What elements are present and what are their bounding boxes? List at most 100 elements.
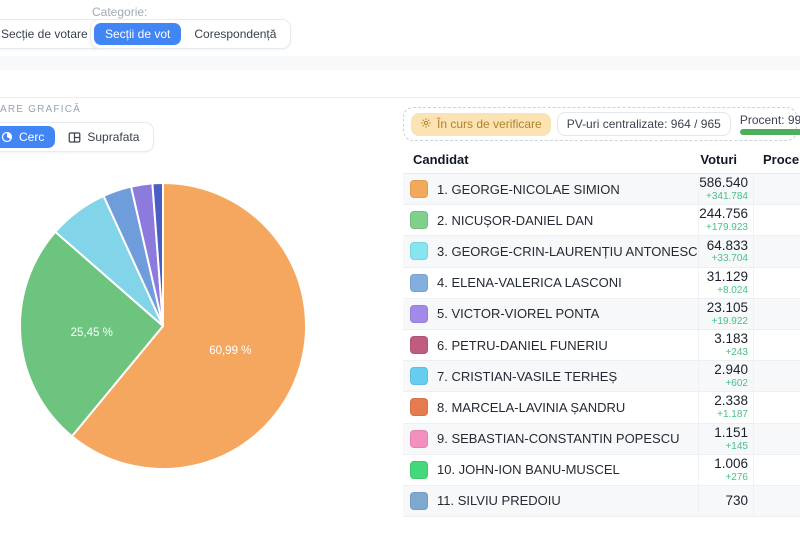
table-row[interactable]: 4. ELENA-VALERICA LASCONI 31.129+8.024 [403,268,800,299]
table-row[interactable]: 11. SILVIU PREDOIU 730 [403,486,800,517]
votes-cell: 244.756+179.923 [698,205,753,235]
table-row[interactable]: 10. JOHN-ION BANU-MUSCEL1.006+276 [403,455,800,486]
candidate-cell: 11. SILVIU PREDOIU [403,492,698,510]
toggle-suprafata-button[interactable]: Suprafata [57,126,150,148]
candidate-color-swatch [410,242,428,260]
votes-delta: +1.187 [717,409,748,420]
candidate-color-swatch [410,274,428,292]
toggle-cerc-label: Cerc [19,130,44,144]
candidate-name: 2. NICUȘOR-DANIEL DAN [437,213,593,228]
votes-delta: +33.704 [712,253,748,264]
table-row[interactable]: 7. CRISTIAN-VASILE TERHEȘ 2.940+602 [403,361,800,392]
votes-value: 586.540 [699,176,748,191]
column-header-candidat: Candidat [403,152,698,167]
candidate-cell: 1. GEORGE-NICOLAE SIMION [403,180,698,198]
votes-cell: 3.183+243 [698,330,753,360]
candidate-cell: 4. ELENA-VALERICA LASCONI [403,274,698,292]
candidate-name: 4. ELENA-VALERICA LASCONI [437,275,622,290]
votes-value: 244.756 [699,207,748,222]
table-row[interactable]: 6. PETRU-DANIEL FUNERIU 3.183+243 [403,330,800,361]
table-row[interactable]: 8. MARCELA-LAVINIA ȘANDRU2.338+1.187 [403,392,800,423]
votes-value: 23.105 [707,301,748,316]
candidate-name: 5. VICTOR-VIOREL PONTA [437,306,599,321]
percent-cell [753,392,800,422]
candidate-cell: 7. CRISTIAN-VASILE TERHEȘ [403,367,698,385]
votes-value: 2.338 [714,394,748,409]
votes-value: 2.940 [714,363,748,378]
votes-cell: 2.338+1.187 [698,392,753,422]
votes-cell: 64.833+33.704 [698,236,753,266]
filter-group-votare: Secție de votare [0,19,103,49]
votes-delta: +179.923 [706,222,748,233]
candidate-cell: 8. MARCELA-LAVINIA ȘANDRU [403,398,698,416]
percent-cell [753,205,800,235]
percent-cell [753,330,800,360]
votes-delta: +145 [725,441,748,452]
pv-centralized-badge: PV-uri centralizate: 964 / 965 [557,112,731,136]
percent-cell [753,174,800,204]
candidate-name: 1. GEORGE-NICOLAE SIMION [437,182,620,197]
percent-cell [753,299,800,329]
votes-delta: +243 [725,347,748,358]
pie-slice-label: 25,45 % [71,327,113,339]
candidate-cell: 6. PETRU-DANIEL FUNERIU [403,336,698,354]
votes-cell: 1.006+276 [698,455,753,485]
candidate-color-swatch [410,211,428,229]
votes-value: 3.183 [714,332,748,347]
candidate-name: 7. CRISTIAN-VASILE TERHEȘ [437,369,617,384]
votes-cell: 23.105+19.922 [698,299,753,329]
percent-indicator: Procent: 99,90 % [737,113,800,135]
column-header-procent: Procent [753,152,800,167]
section-band [0,56,800,70]
percent-cell [753,268,800,298]
votes-delta: +276 [725,472,748,483]
votes-cell: 1.151+145 [698,424,753,454]
column-header-voturi: Voturi [698,152,753,167]
pie-slice-label: 60,99 % [209,345,251,357]
candidate-cell: 2. NICUȘOR-DANIEL DAN [403,211,698,229]
votes-delta: +341.784 [706,191,748,202]
votes-value: 64.833 [707,239,748,254]
votes-cell: 586.540+341.784 [698,174,753,204]
filter-sectie-de-votare[interactable]: Secție de votare [0,23,99,45]
table-row[interactable]: 2. NICUȘOR-DANIEL DAN 244.756+179.923 [403,205,800,236]
filter-sectii-de-vot[interactable]: Secții de vot [94,23,181,45]
candidate-color-swatch [410,336,428,354]
chart-view-toggle: Cerc Suprafata [0,122,154,152]
toggle-cerc-button[interactable]: Cerc [0,126,55,148]
candidate-name: 9. SEBASTIAN-CONSTANTIN POPESCU [437,431,679,446]
candidate-name: 6. PETRU-DANIEL FUNERIU [437,338,608,353]
results-table-header: Candidat Voturi Procent [403,145,800,174]
results-table: Candidat Voturi Procent 1. GEORGE-NICOLA… [403,145,800,517]
table-row[interactable]: 5. VICTOR-VIOREL PONTA 23.105+19.922 [403,299,800,330]
candidate-color-swatch [410,461,428,479]
candidate-color-swatch [410,367,428,385]
candidate-color-swatch [410,398,428,416]
percent-cell [753,361,800,391]
category-label: Categorie: [92,5,147,19]
votes-delta: +602 [725,378,748,389]
candidate-name: 11. SILVIU PREDOIU [437,493,561,508]
table-row[interactable]: 9. SEBASTIAN-CONSTANTIN POPESCU 1.151+145 [403,424,800,455]
votes-value: 730 [725,494,748,509]
votes-delta: +19.922 [712,316,748,327]
percent-cell [753,455,800,485]
votes-cell: 31.129+8.024 [698,268,753,298]
votes-value: 31.129 [707,270,748,285]
filter-corespondenta[interactable]: Corespondență [183,23,287,45]
candidate-color-swatch [410,492,428,510]
candidate-cell: 9. SEBASTIAN-CONSTANTIN POPESCU [403,430,698,448]
table-row[interactable]: 3. GEORGE-CRIN-LAURENȚIU ANTONESCU64.833… [403,236,800,267]
verification-status-badge[interactable]: În curs de verificare [411,113,551,136]
table-row[interactable]: 1. GEORGE-NICOLAE SIMION 586.540+341.784 [403,174,800,205]
votes-cell: 730 [698,486,753,516]
candidate-name: 3. GEORGE-CRIN-LAURENȚIU ANTONESCU [437,244,698,259]
votes-delta: +8.024 [717,285,748,296]
results-table-body: 1. GEORGE-NICOLAE SIMION586.540+341.7842… [403,174,800,517]
votes-value: 1.006 [714,457,748,472]
percent-label: Procent: 99,90 % [740,113,800,127]
candidate-cell: 5. VICTOR-VIOREL PONTA [403,305,698,323]
votes-cell: 2.940+602 [698,361,753,391]
treemap-icon [68,131,81,144]
pie-chart-container: 60,99 % 25,45 % [13,176,313,476]
